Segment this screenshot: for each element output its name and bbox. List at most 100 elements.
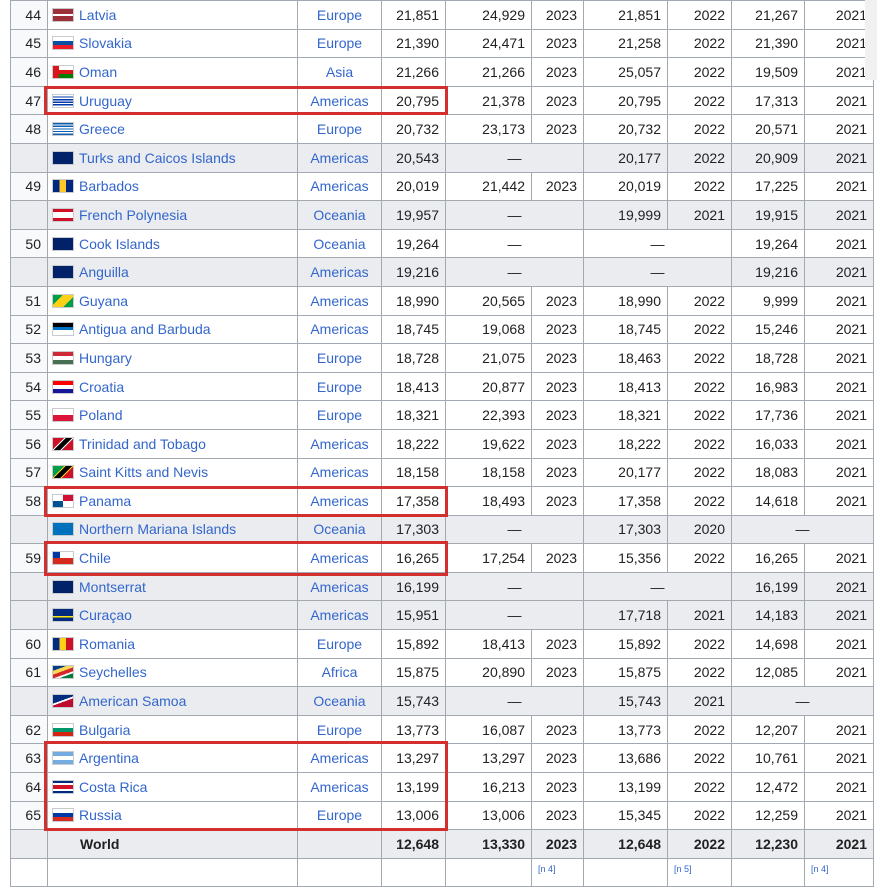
un-estimate-cell: 18,083	[731, 457, 805, 488]
country-link[interactable]: Antigua and Barbuda	[79, 321, 211, 337]
country-link[interactable]: Guyana	[79, 293, 128, 309]
country-link[interactable]: Hungary	[79, 350, 132, 366]
region-link[interactable]: Europe	[297, 114, 382, 144]
table-row: 59 Chile Americas 16,265 17,254 2023 15,356 202…	[10, 543, 874, 573]
region-link[interactable]: Asia	[297, 57, 382, 87]
region-link[interactable]: Americas	[297, 486, 382, 516]
scrollbar[interactable]	[865, 0, 877, 80]
region-link[interactable]: Oceania	[297, 200, 382, 230]
country-link[interactable]: Costa Rica	[79, 779, 147, 795]
world-g-cell: 2021	[804, 829, 874, 859]
country-link[interactable]: Argentina	[79, 750, 139, 766]
world-b-cell: 13,330	[445, 829, 532, 859]
estimate-cell: 19,216	[381, 257, 446, 287]
romania-flag-icon	[52, 636, 74, 651]
imf-year-cell: 2023	[531, 486, 584, 516]
country-link[interactable]: Northern Mariana Islands	[79, 521, 236, 537]
footnote-link[interactable]: [n 4]	[538, 864, 556, 874]
rank-cell: 63	[10, 743, 48, 774]
empty-cell	[583, 857, 668, 887]
wb-estimate-cell: 17,718	[583, 600, 668, 631]
country-link[interactable]: Uruguay	[79, 93, 132, 109]
region-link[interactable]: Americas	[297, 85, 382, 116]
region-link[interactable]: Europe	[297, 629, 382, 659]
rank-cell: 45	[10, 28, 48, 59]
region-link[interactable]: Americas	[297, 772, 382, 802]
world-d-cell: 12,648	[583, 829, 668, 859]
region-link[interactable]: Americas	[297, 743, 382, 774]
region-link[interactable]: Americas	[297, 285, 382, 316]
country-link[interactable]: Curaçao	[79, 607, 132, 623]
country-link[interactable]: Panama	[79, 493, 131, 509]
footnote-link[interactable]: [n 5]	[674, 864, 692, 874]
table-row: 64 Costa Rica Americas 13,199 16,213 2023 13,1…	[10, 772, 874, 802]
region-link[interactable]: Europe	[297, 400, 382, 430]
country-link[interactable]: Oman	[79, 64, 117, 80]
argentina-flag-icon	[52, 751, 74, 766]
country-link[interactable]: Chile	[79, 550, 111, 566]
region-link[interactable]: Europe	[297, 28, 382, 59]
country-link[interactable]: Bulgaria	[79, 722, 130, 738]
imf-year-cell: 2023	[531, 800, 584, 831]
country-link[interactable]: Russia	[79, 807, 122, 823]
rank-cell	[10, 686, 48, 716]
estimate-cell: 15,892	[381, 629, 446, 659]
region-link[interactable]: Americas	[297, 142, 382, 173]
footnote-link[interactable]: [n 4]	[811, 864, 829, 874]
wb-year-cell: 2022	[667, 457, 732, 488]
wb-year-cell: 2022	[667, 486, 732, 516]
region-link[interactable]: Europe	[297, 800, 382, 831]
country-link[interactable]: Slovakia	[79, 35, 132, 51]
region-link[interactable]: Oceania	[297, 228, 382, 259]
region-link[interactable]: Americas	[297, 428, 382, 459]
imf-estimate-cell: 20,890	[445, 657, 532, 688]
croatia-flag-icon	[52, 379, 74, 394]
country-link[interactable]: Anguilla	[79, 264, 129, 280]
country-link[interactable]: Poland	[79, 407, 123, 423]
country-link[interactable]: Latvia	[79, 7, 116, 23]
country-cell: Anguilla	[47, 257, 298, 287]
region-link[interactable]: Americas	[297, 543, 382, 573]
imf-year-cell: 2023	[531, 714, 584, 745]
region-link[interactable]: Americas	[297, 571, 382, 602]
imf-estimate-cell: —	[445, 686, 584, 716]
un-year-cell: 2021	[804, 371, 874, 402]
un-year-cell: 2021	[804, 285, 874, 316]
country-link[interactable]: Greece	[79, 121, 125, 137]
estimate-cell: 17,358	[381, 486, 446, 516]
country-link[interactable]: Montserrat	[79, 579, 146, 595]
region-link[interactable]: Europe	[297, 343, 382, 373]
country-link[interactable]: Barbados	[79, 178, 139, 194]
region-link[interactable]: Americas	[297, 600, 382, 631]
region-link[interactable]: Oceania	[297, 686, 382, 716]
un-year-cell: 2021	[804, 543, 874, 573]
region-link[interactable]: Africa	[297, 657, 382, 688]
country-link[interactable]: French Polynesia	[79, 207, 187, 223]
region-link[interactable]: Oceania	[297, 514, 382, 545]
country-link[interactable]: Croatia	[79, 379, 124, 395]
region-link[interactable]: Americas	[297, 257, 382, 287]
estimate-cell: 21,851	[381, 0, 446, 30]
country-link[interactable]: American Samoa	[79, 693, 186, 709]
bulgaria-flag-icon	[52, 722, 74, 737]
wb-estimate-cell: 19,999	[583, 200, 668, 230]
imf-estimate-cell: 20,877	[445, 371, 532, 402]
country-link[interactable]: Saint Kitts and Nevis	[79, 464, 208, 480]
country-link[interactable]: Romania	[79, 636, 135, 652]
region-link[interactable]: Europe	[297, 714, 382, 745]
region-link[interactable]: Europe	[297, 371, 382, 402]
country-link[interactable]: Trinidad and Tobago	[79, 436, 206, 452]
oman-flag-icon	[52, 64, 74, 79]
country-link[interactable]: Seychelles	[79, 664, 147, 680]
region-link[interactable]: Americas	[297, 314, 382, 345]
region-link[interactable]: Americas	[297, 457, 382, 488]
wb-year-cell: 2022	[667, 142, 732, 173]
rank-cell: 48	[10, 114, 48, 144]
country-link[interactable]: Turks and Caicos Islands	[79, 150, 236, 166]
rank-cell: 58	[10, 486, 48, 516]
region-link[interactable]: Americas	[297, 171, 382, 202]
estimate-cell: 21,390	[381, 28, 446, 59]
table-row: 52 Antigua and Barbuda Americas 18,745 19,06…	[10, 314, 874, 345]
country-link[interactable]: Cook Islands	[79, 236, 160, 252]
region-link[interactable]: Europe	[297, 0, 382, 30]
